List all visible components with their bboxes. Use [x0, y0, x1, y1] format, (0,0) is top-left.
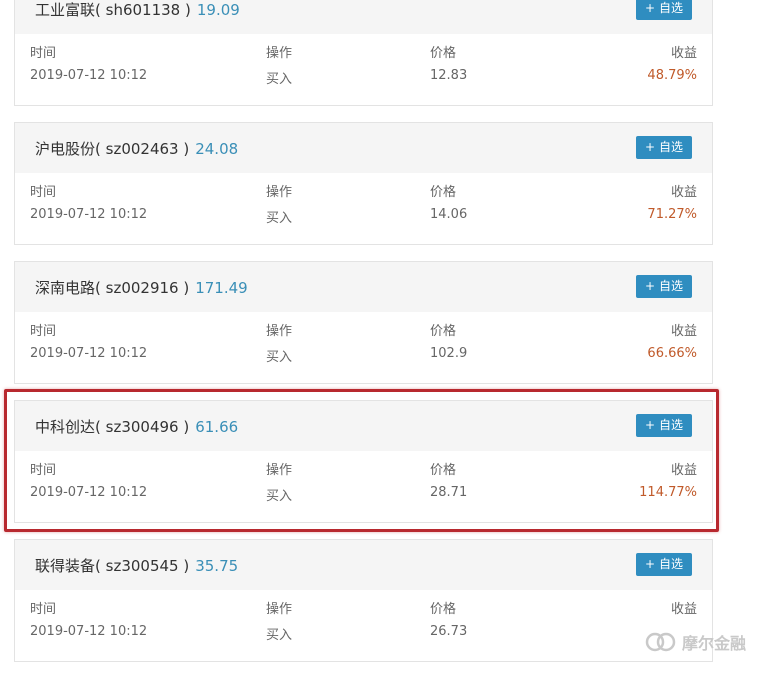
action-label: 操作 — [266, 324, 293, 339]
add-watchlist-button[interactable]: + 自选 — [636, 0, 692, 20]
stock-card-body: 时间 操作 价格 收益 2019-07-12 10:12 买入 14.06 71… — [15, 173, 712, 244]
plus-icon: + — [644, 140, 656, 154]
stock-code: ( sz002463 ) — [95, 140, 190, 158]
stock-name: 沪电股份 — [35, 140, 96, 158]
time-label: 时间 — [30, 46, 57, 61]
wechat-logo-icon — [645, 632, 676, 652]
add-watchlist-button[interactable]: + 自选 — [636, 553, 692, 576]
stock-card-body: 时间 操作 价格 收益 2019-07-12 10:12 买入 102.9 66… — [15, 312, 712, 383]
time-label: 时间 — [30, 185, 57, 200]
buy-price-value: 14.06 — [430, 207, 468, 222]
stock-code: ( sh601138 ) — [95, 1, 191, 19]
watermark-text: 摩尔金融 — [681, 634, 746, 653]
highlight-box — [4, 389, 719, 532]
stock-title[interactable]: 深南电路( sz002916 ) 171.49 — [35, 277, 248, 298]
watermark: 摩尔金融 — [644, 630, 746, 654]
stock-price: 24.08 — [195, 140, 239, 158]
time-value: 2019-07-12 10:12 — [30, 207, 148, 222]
stock-price: 19.09 — [196, 1, 240, 19]
time-value: 2019-07-12 10:12 — [30, 68, 148, 83]
stock-card: 深南电路( sz002916 ) 171.49 + 自选 时间 操作 价格 收益 2… — [14, 261, 713, 384]
gain-label: 收益 — [670, 46, 697, 61]
buy-price-value: 102.9 — [430, 346, 468, 361]
gain-value: 48.79% — [647, 68, 697, 83]
stock-price: 35.75 — [195, 557, 239, 575]
buy-price-value: 12.83 — [430, 68, 468, 83]
gain-label: 收益 — [670, 324, 697, 339]
stock-name: 深南电路 — [35, 279, 96, 297]
action-value: 买入 — [266, 72, 293, 87]
price-label: 价格 — [430, 185, 457, 200]
plus-icon: + — [644, 557, 656, 571]
stock-card: 工业富联( sh601138 ) 19.09 + 自选 时间 操作 价格 收益 20… — [14, 0, 713, 106]
time-label: 时间 — [30, 602, 57, 617]
price-label: 价格 — [430, 602, 457, 617]
time-label: 时间 — [30, 324, 57, 339]
stock-name: 工业富联 — [35, 1, 96, 19]
add-watchlist-button[interactable]: + 自选 — [636, 136, 692, 159]
stock-card-body: 时间 操作 价格 收益 2019-07-12 10:12 买入 26.73 — [15, 590, 712, 661]
action-label: 操作 — [266, 46, 293, 61]
gain-label: 收益 — [670, 185, 697, 200]
stock-title[interactable]: 沪电股份( sz002463 ) 24.08 — [35, 138, 238, 159]
time-value: 2019-07-12 10:12 — [30, 346, 148, 361]
buy-price-value: 26.73 — [430, 624, 468, 639]
gain-value: 71.27% — [647, 207, 697, 222]
stock-card-header: 工业富联( sh601138 ) 19.09 + 自选 — [15, 0, 712, 34]
action-value: 买入 — [266, 628, 293, 643]
stock-title[interactable]: 联得装备( sz300545 ) 35.75 — [35, 555, 238, 576]
stock-card-header: 深南电路( sz002916 ) 171.49 + 自选 — [15, 262, 712, 312]
stock-code: ( sz002916 ) — [95, 279, 190, 297]
stock-card: 沪电股份( sz002463 ) 24.08 + 自选 时间 操作 价格 收益 20… — [14, 122, 713, 245]
stock-name: 联得装备 — [35, 557, 96, 575]
price-label: 价格 — [430, 46, 457, 61]
stock-card-body: 时间 操作 价格 收益 2019-07-12 10:12 买入 12.83 48… — [15, 34, 712, 105]
action-label: 操作 — [266, 602, 293, 617]
plus-icon: + — [644, 279, 656, 293]
plus-icon: + — [644, 1, 656, 15]
stock-price: 171.49 — [195, 279, 248, 297]
price-label: 价格 — [430, 324, 457, 339]
stock-code: ( sz300545 ) — [95, 557, 190, 575]
gain-value: 66.66% — [647, 346, 697, 361]
action-value: 买入 — [266, 350, 293, 365]
stock-title[interactable]: 工业富联( sh601138 ) 19.09 — [35, 0, 240, 20]
gain-label: 收益 — [670, 602, 697, 617]
time-value: 2019-07-12 10:12 — [30, 624, 148, 639]
stock-card-header: 联得装备( sz300545 ) 35.75 + 自选 — [15, 540, 712, 590]
stock-card: 联得装备( sz300545 ) 35.75 + 自选 时间 操作 价格 收益 20… — [14, 539, 713, 662]
action-label: 操作 — [266, 185, 293, 200]
add-watchlist-button[interactable]: + 自选 — [636, 275, 692, 298]
action-value: 买入 — [266, 211, 293, 226]
stock-card-header: 沪电股份( sz002463 ) 24.08 + 自选 — [15, 123, 712, 173]
